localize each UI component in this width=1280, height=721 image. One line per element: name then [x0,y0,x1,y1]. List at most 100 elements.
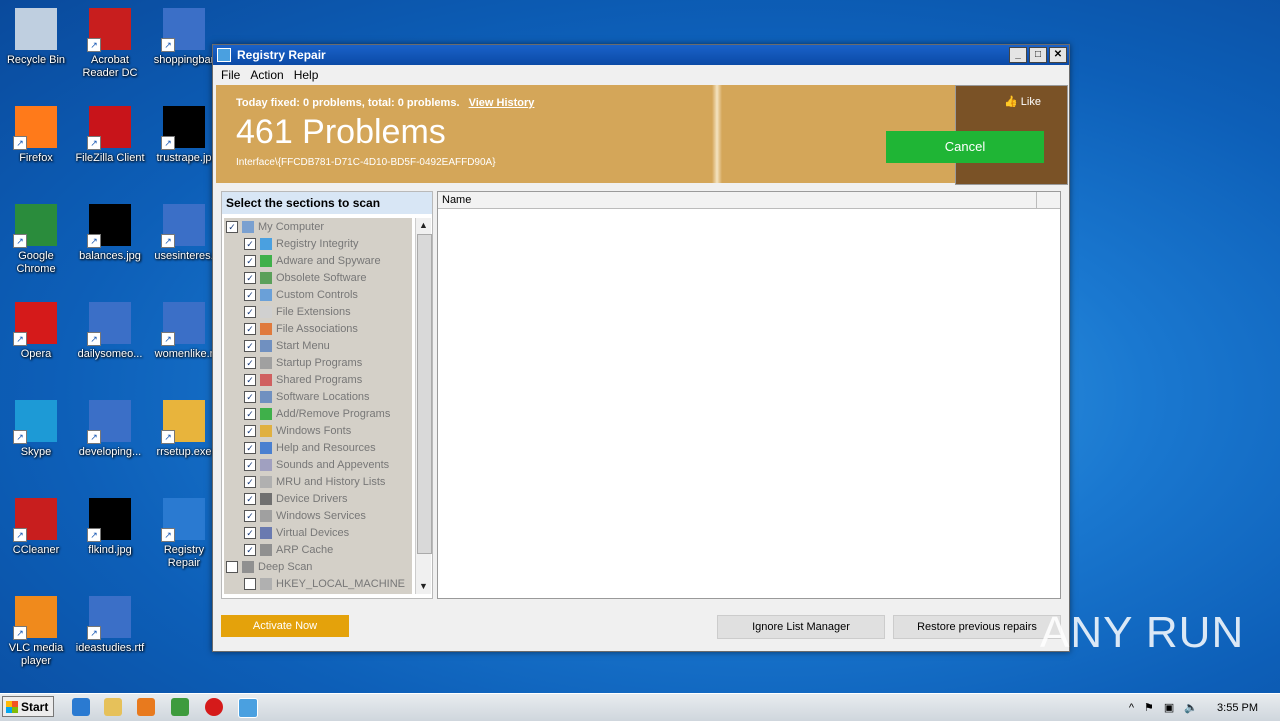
tree-item[interactable]: ✓ Registry Integrity [224,235,412,252]
tree-item[interactable]: Deep Scan [224,558,412,575]
desktop-icon[interactable]: ↗ Registry Repair [148,498,220,570]
tree-item[interactable]: ✓ Help and Resources [224,439,412,456]
tree-item-checkbox[interactable]: ✓ [244,288,256,301]
tree-item[interactable]: ✓ Virtual Devices [224,524,412,541]
chrome-icon[interactable] [171,698,189,716]
menu-action[interactable]: Action [250,68,283,82]
desktop-icon[interactable]: ↗ Skype [0,400,72,459]
tree-item[interactable]: ✓ Windows Services [224,507,412,524]
tree-item[interactable]: ✓ MRU and History Lists [224,473,412,490]
scroll-down-icon[interactable]: ▼ [416,579,431,594]
tree-item[interactable]: ✓ Custom Controls [224,286,412,303]
start-button[interactable]: Start [2,696,54,717]
results-list: Name [437,191,1061,599]
tree-item-checkbox[interactable]: ✓ [244,407,256,420]
desktop-icon[interactable]: ↗ developing... [74,400,146,459]
tree-item[interactable]: ✓ Add/Remove Programs [224,405,412,422]
menu-file[interactable]: File [221,68,240,82]
tree-item[interactable]: ✓ Startup Programs [224,354,412,371]
desktop-icon[interactable]: ↗ Firefox [0,106,72,165]
menu-help[interactable]: Help [294,68,319,82]
tree-item-checkbox[interactable]: ✓ [244,254,256,267]
tree-item[interactable]: ✓ Device Drivers [224,490,412,507]
tree-item-checkbox[interactable]: ✓ [244,475,256,488]
scroll-up-icon[interactable]: ▲ [416,218,431,233]
desktop-icon[interactable]: ↗ dailysomeo... [74,302,146,361]
desktop-icon[interactable]: ↗ Opera [0,302,72,361]
maximize-button[interactable]: □ [1029,47,1047,63]
ie-icon[interactable] [72,698,90,716]
desktop-icon[interactable]: Recycle Bin [0,8,72,67]
tree-item-checkbox[interactable]: ✓ [244,390,256,403]
tree-item-checkbox[interactable]: ✓ [244,509,256,522]
tree-item-checkbox[interactable]: ✓ [244,356,256,369]
scroll-thumb[interactable] [417,234,432,554]
tree-item-icon [260,492,272,505]
tree-item[interactable]: ✓ Obsolete Software [224,269,412,286]
tree-item[interactable]: ✓ Sounds and Appevents [224,456,412,473]
tree-item-checkbox[interactable] [244,577,256,590]
tree-item-checkbox[interactable]: ✓ [244,543,256,556]
desktop-icon-image: ↗ [87,8,131,52]
view-history-link[interactable]: View History [469,97,535,109]
desktop-icon[interactable]: ↗ FileZilla Client [74,106,146,165]
tree-item[interactable]: HKEY_LOCAL_MACHINE [224,575,412,592]
desktop-icon-image: ↗ [161,400,205,444]
tree-item[interactable]: ✓ Shared Programs [224,371,412,388]
desktop-icon[interactable]: ↗ VLC media player [0,596,72,668]
tree-item[interactable]: ✓ File Extensions [224,303,412,320]
restore-previous-repairs-button[interactable]: Restore previous repairs [893,615,1061,639]
desktop-icon[interactable]: ↗ Google Chrome [0,204,72,276]
volume-icon[interactable]: 🔈 [1184,701,1198,714]
tree-item-checkbox[interactable]: ✓ [244,339,256,352]
close-button[interactable]: ✕ [1049,47,1067,63]
tree-item-checkbox[interactable]: ✓ [244,458,256,471]
tree-item-checkbox[interactable]: ✓ [244,526,256,539]
desktop-icon[interactable]: ↗ usesinteres. [148,204,220,263]
network-icon[interactable]: ▣ [1164,701,1174,714]
tree-item-checkbox[interactable]: ✓ [244,373,256,386]
clock[interactable]: 3:55 PM [1217,702,1258,714]
tree-item[interactable]: ✓ ARP Cache [224,541,412,558]
tree-item-checkbox[interactable]: ✓ [244,322,256,335]
tree-item-label: Help and Resources [276,441,376,454]
tree-scrollbar[interactable]: ▲ ▼ [415,218,432,594]
desktop-icon[interactable]: ↗ rrsetup.exe [148,400,220,459]
tree-item[interactable]: ✓ Adware and Spyware [224,252,412,269]
name-column-header[interactable]: Name [438,192,1037,208]
activate-now-button[interactable]: Activate Now [221,615,349,637]
tree-item[interactable]: ✓ My Computer [224,218,412,235]
desktop-icon[interactable]: ↗ CCleaner [0,498,72,557]
tree-item-icon [260,305,272,318]
desktop-icon[interactable]: ↗ Acrobat Reader DC [74,8,146,80]
desktop-icon[interactable]: ↗ womenlike.r [148,302,220,361]
tree-item-checkbox[interactable]: ✓ [244,441,256,454]
media-player-icon[interactable] [137,698,155,716]
tree-item[interactable]: ✓ Software Locations [224,388,412,405]
tree-item-checkbox[interactable]: ✓ [244,424,256,437]
cancel-button[interactable]: Cancel [886,131,1044,163]
tree-item-checkbox[interactable]: ✓ [244,492,256,505]
tree-item-checkbox[interactable]: ✓ [244,305,256,318]
tree-item-checkbox[interactable]: ✓ [244,271,256,284]
tree-item[interactable]: ✓ Start Menu [224,337,412,354]
desktop-icon[interactable]: ↗ shoppingbar [148,8,220,67]
ignore-list-manager-button[interactable]: Ignore List Manager [717,615,885,639]
show-hidden-icons-icon[interactable]: ^ [1129,702,1134,714]
registry-repair-taskbar-icon[interactable] [238,698,258,718]
like-button[interactable]: 👍 Like [1004,95,1041,108]
tree-item-checkbox[interactable] [226,560,238,573]
desktop-icon[interactable]: ↗ trustrape.jp [148,106,220,165]
flag-icon[interactable]: ⚑ [1144,701,1154,714]
desktop-icon[interactable]: ↗ ideastudies.rtf [74,596,146,655]
tree-item-checkbox[interactable]: ✓ [226,220,238,233]
tree-item[interactable]: ✓ Windows Fonts [224,422,412,439]
desktop-icon[interactable]: ↗ flkind.jpg [74,498,146,557]
minimize-button[interactable]: _ [1009,47,1027,63]
opera-icon[interactable] [205,698,223,716]
desktop-icon[interactable]: ↗ balances.jpg [74,204,146,263]
tree-item[interactable]: ✓ File Associations [224,320,412,337]
explorer-icon[interactable] [104,698,122,716]
title-bar[interactable]: Registry Repair _ □ ✕ [213,45,1069,65]
tree-item-checkbox[interactable]: ✓ [244,237,256,250]
